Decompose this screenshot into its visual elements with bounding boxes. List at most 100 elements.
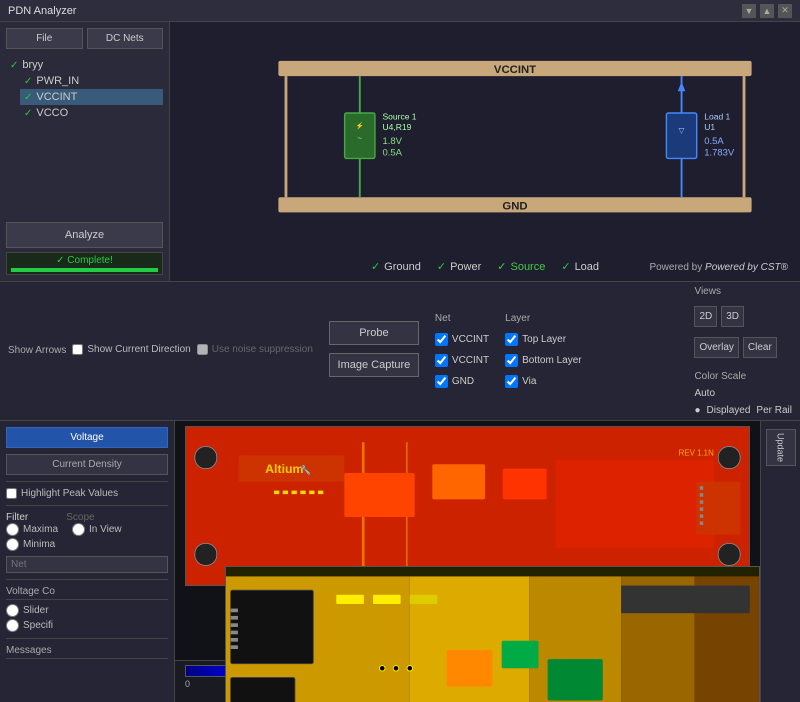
analyze-button[interactable]: Analyze: [6, 222, 163, 248]
inview-radio[interactable]: [72, 523, 85, 536]
net-vccint-checked: VCCINT: [435, 333, 489, 346]
layer-bottom: Bottom Layer: [505, 354, 581, 367]
views-label: Views: [694, 286, 721, 297]
probe-button[interactable]: Probe: [329, 321, 419, 345]
svg-text:GND: GND: [502, 201, 527, 213]
schematic-area: VCCINT GND ⚡ ~ Source 1 U4,R19 1.8V: [170, 22, 800, 281]
highlight-peak-checkbox[interactable]: [6, 488, 17, 499]
specifi-label: Specifi: [23, 620, 53, 631]
net-vccint-checkbox[interactable]: [435, 333, 448, 346]
net-gnd-checkbox[interactable]: [435, 375, 448, 388]
app-title: PDN Analyzer: [8, 5, 76, 17]
show-current-checkbox[interactable]: [72, 344, 83, 355]
legend-source: ✓ Source: [497, 260, 545, 273]
net-gnd: GND: [435, 375, 474, 388]
scale-label-0: 0: [185, 679, 190, 689]
tree-root-label: bryy: [22, 59, 43, 71]
tree-root-item[interactable]: ✓ bryy: [6, 57, 163, 73]
net-vccint2-checkbox[interactable]: [435, 354, 448, 367]
tree-item-vccint[interactable]: ✓ VCCINT: [20, 89, 163, 105]
right-update-panel: Update: [760, 421, 800, 702]
toolbar-row: Show Arrows Show Current Direction Use n…: [0, 282, 800, 421]
messages-section: Messages: [6, 645, 168, 659]
show-arrows-label: Show Arrows: [8, 345, 66, 356]
layer-bottom-label: Bottom Layer: [522, 355, 581, 366]
net-vccint-label: VCCINT: [452, 334, 489, 345]
tree-item-vcco[interactable]: ✓ VCCO: [20, 105, 163, 121]
net-input[interactable]: [6, 556, 168, 573]
specifi-row: Specifi: [6, 619, 168, 632]
progress-bar: [11, 268, 158, 272]
tree-label-pwr-in: PWR_IN: [36, 75, 79, 87]
net-gnd-label: GND: [452, 376, 474, 387]
net-group: Net VCCINT VCCINT GND: [435, 313, 489, 390]
layer-bottom-checkbox[interactable]: [505, 354, 518, 367]
svg-text:⚡: ⚡: [356, 122, 364, 130]
powered-by: Powered by Powered by CST®: [649, 262, 788, 273]
tree-item-pwr-in[interactable]: ✓ PWR_IN: [20, 73, 163, 89]
2d-button[interactable]: 2D: [694, 306, 717, 327]
filter-label: Filter: [6, 512, 28, 523]
image-capture-button[interactable]: Image Capture: [329, 353, 419, 377]
dc-nets-button[interactable]: DC Nets: [87, 28, 164, 49]
sidebar: File DC Nets ✓ bryy ✓ PWR_IN ✓ VCCINT ✓: [0, 22, 170, 281]
svg-text:0.5A: 0.5A: [382, 148, 402, 159]
3d-button[interactable]: 3D: [721, 306, 744, 327]
divider1: [6, 481, 168, 482]
slider-label: Slider: [23, 605, 49, 616]
svg-text:U1: U1: [704, 122, 715, 132]
close-btn[interactable]: ✕: [778, 4, 792, 18]
overlay-clear-row: Overlay Clear: [694, 337, 776, 358]
cst-brand: Powered by CST®: [705, 262, 788, 273]
legend-power-label: Power: [450, 261, 481, 273]
check-icon: ✓: [561, 260, 570, 273]
inview-label: In View: [89, 524, 122, 535]
maxima-radio[interactable]: [6, 523, 19, 536]
legend-load: ✓ Load: [561, 260, 599, 273]
window-controls[interactable]: ▼ ▲ ✕: [742, 4, 792, 18]
schematic-svg: VCCINT GND ⚡ ~ Source 1 U4,R19 1.8V: [250, 42, 780, 231]
highlight-peak-row: Highlight Peak Values: [6, 488, 168, 499]
svg-text:Load 1: Load 1: [704, 112, 730, 122]
bottom-section: Voltage Current Density Highlight Peak V…: [0, 421, 800, 702]
maxima-row: Maxima In View: [6, 523, 168, 536]
check-icon: ✓: [24, 108, 32, 119]
minima-row: Minima: [6, 538, 168, 551]
layer-group: Layer Top Layer Bottom Layer Via: [505, 313, 581, 390]
overlay-button[interactable]: Overlay: [694, 337, 738, 358]
messages-label: Messages: [6, 645, 168, 659]
svg-text:1.8V: 1.8V: [382, 136, 402, 147]
noise-suppression-checkbox[interactable]: [197, 344, 208, 355]
layer-via-checkbox[interactable]: [505, 375, 518, 388]
svg-text:U4,R19: U4,R19: [382, 122, 411, 132]
file-button[interactable]: File: [6, 28, 83, 49]
layer-top-checkbox[interactable]: [505, 333, 518, 346]
slider-radio[interactable]: [6, 604, 19, 617]
specifi-radio[interactable]: [6, 619, 19, 632]
svg-text:~: ~: [358, 133, 363, 142]
divider2: [6, 505, 168, 506]
tree-label-vccint: VCCINT: [36, 91, 77, 103]
pcb-bottom-view: [225, 566, 760, 702]
layer-via-label: Via: [522, 376, 536, 387]
check-icon: ✓: [24, 92, 32, 103]
net-label: Net: [435, 313, 451, 324]
layer-top-label: Top Layer: [522, 334, 566, 345]
minimize-btn[interactable]: ▼: [742, 4, 756, 18]
probe-group: Probe Image Capture: [329, 321, 419, 381]
voltage-toggle-btn[interactable]: Voltage: [6, 427, 168, 448]
layer-via: Via: [505, 375, 536, 388]
complete-text: ✓ Complete!: [11, 255, 158, 266]
current-density-toggle-btn[interactable]: Current Density: [6, 454, 168, 475]
voltage-current-toggle: Voltage: [6, 427, 168, 448]
check-icon: ✓: [497, 260, 506, 273]
clear-button[interactable]: Clear: [743, 337, 777, 358]
maximize-btn[interactable]: ▲: [760, 4, 774, 18]
svg-text:🔧: 🔧: [300, 464, 311, 475]
tree-label-vcco: VCCO: [36, 107, 68, 119]
pcb-top-view: Altium 🔧: [185, 426, 750, 586]
minima-radio[interactable]: [6, 538, 19, 551]
update-button[interactable]: Update: [766, 429, 796, 466]
show-current-label: Show Current Direction: [87, 344, 190, 355]
check-icon: ✓: [24, 76, 32, 87]
